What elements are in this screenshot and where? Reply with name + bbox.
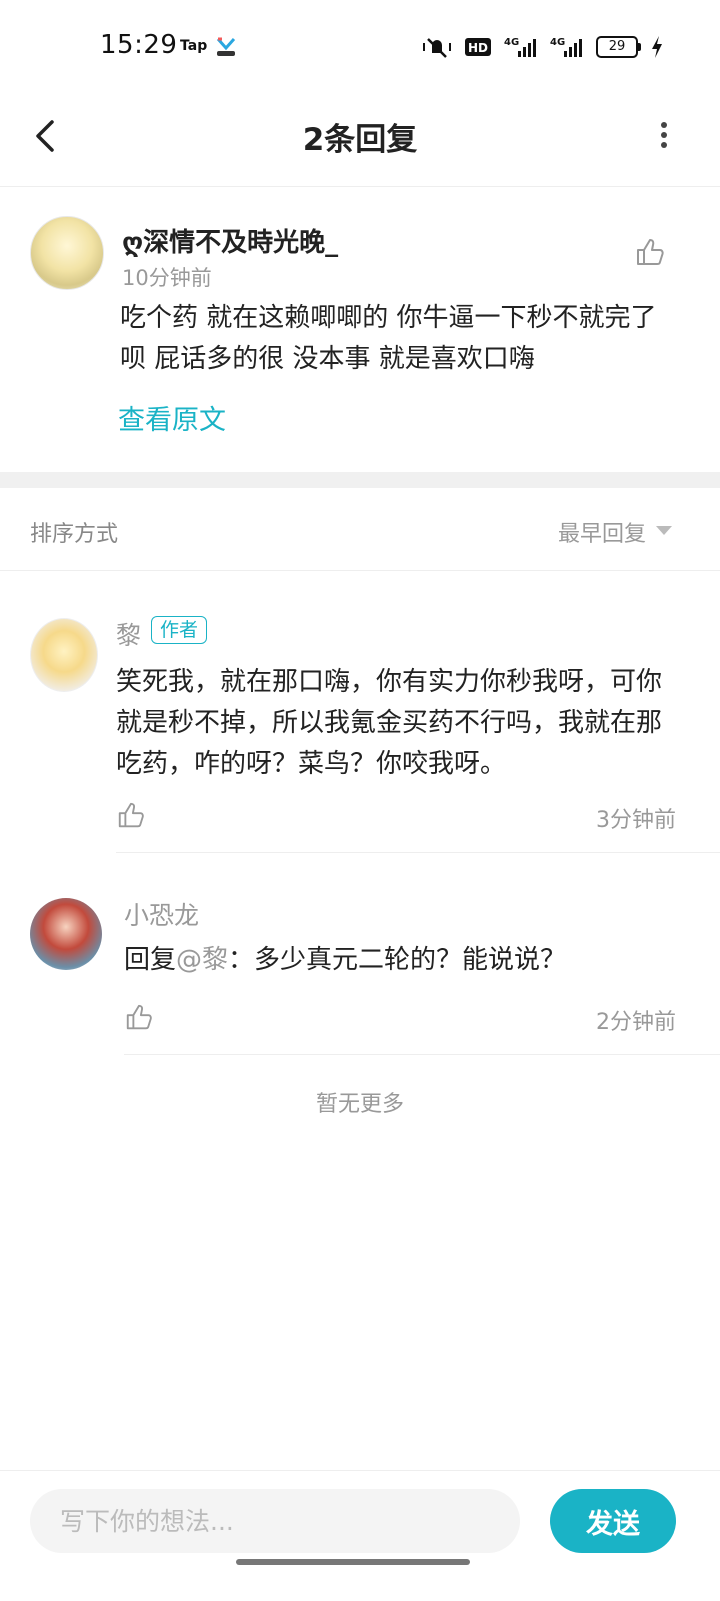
hd-volte-icon: HD xyxy=(465,38,491,56)
svg-text:4G: 4G xyxy=(504,37,519,48)
section-divider xyxy=(0,472,720,488)
reply-prefix: 回复 xyxy=(124,945,177,975)
status-bar: 15:29 Tap HD 4G 4G 29 xyxy=(0,0,720,90)
avatar[interactable] xyxy=(30,618,98,692)
send-button[interactable]: 发送 xyxy=(550,1489,676,1553)
author-badge: 作者 xyxy=(151,616,208,644)
home-indicator[interactable] xyxy=(236,1559,470,1565)
avatar[interactable] xyxy=(30,898,102,970)
reply-username[interactable]: 小恐龙 xyxy=(124,896,199,932)
thumbs-up-icon[interactable] xyxy=(634,236,666,268)
top-nav-bar: 2条回复 xyxy=(0,90,720,187)
reply-item: 黎 作者 笑死我，就在那口嗨，你有实力你秒我呀，可你就是秒不掉，所以我氪金买药不… xyxy=(0,570,720,854)
divider xyxy=(116,852,720,853)
thumbs-up-icon[interactable] xyxy=(116,800,146,830)
divider xyxy=(124,1054,720,1055)
mention-link[interactable]: @黎 xyxy=(176,945,228,975)
battery-icon: 29 xyxy=(596,36,641,58)
reply-text: 回复@黎：多少真元二轮的？能说说？ xyxy=(124,940,684,981)
signal-4g-icon: 4G xyxy=(504,37,536,57)
caret-down-icon[interactable] xyxy=(656,526,672,535)
sort-dropdown[interactable]: 最早回复 xyxy=(558,516,646,548)
reply-input[interactable] xyxy=(30,1489,520,1553)
signal-4g-icon-2: 4G xyxy=(550,37,582,57)
page-title: 2条回复 xyxy=(302,122,418,158)
svg-text:HD: HD xyxy=(468,41,488,55)
reply-username[interactable]: 黎 xyxy=(116,616,141,652)
avatar[interactable] xyxy=(30,216,104,290)
charging-icon xyxy=(652,36,662,58)
no-more-text: 暂无更多 xyxy=(315,1092,404,1117)
sort-label: 排序方式 xyxy=(30,522,119,547)
reply-composer: 发送 xyxy=(0,1470,720,1601)
comment-text: 吃个药 就在这赖唧唧的 你牛逼一下秒不就完了呗 屁话多的很 没本事 就是喜欢口嗨 xyxy=(120,303,657,374)
reply-time: 3分钟前 xyxy=(596,808,676,833)
sort-bar: 排序方式 最早回复 xyxy=(0,488,720,571)
original-comment: ღ深情不及時光晚_ 10分钟前 吃个药 就在这赖唧唧的 你牛逼一下秒不就完了呗 … xyxy=(0,186,720,472)
status-time: 15:29 xyxy=(100,30,178,60)
reply-text: 笑死我，就在那口嗨，你有实力你秒我呀，可你就是秒不掉，所以我氪金买药不行吗，我就… xyxy=(116,667,663,779)
thumbs-up-icon[interactable] xyxy=(124,1002,154,1032)
vibrate-mute-icon xyxy=(423,38,451,58)
more-options-icon[interactable] xyxy=(654,118,674,158)
svg-text:4G: 4G xyxy=(550,37,565,48)
app-notification-icon xyxy=(216,37,236,56)
view-original-link[interactable]: 查看原文 xyxy=(118,398,226,437)
comment-username[interactable]: ღ深情不及時光晚_ xyxy=(122,222,338,259)
reply-item: 小恐龙 回复@黎：多少真元二轮的？能说说？ 2分钟前 xyxy=(0,854,720,1056)
comment-time: 10分钟前 xyxy=(122,266,212,290)
reply-body: ：多少真元二轮的？能说说？ xyxy=(228,945,567,975)
reply-time: 2分钟前 xyxy=(596,1010,676,1035)
status-icons: HD 4G 4G 29 xyxy=(422,34,664,60)
taptap-notification-icon: Tap xyxy=(180,38,208,54)
